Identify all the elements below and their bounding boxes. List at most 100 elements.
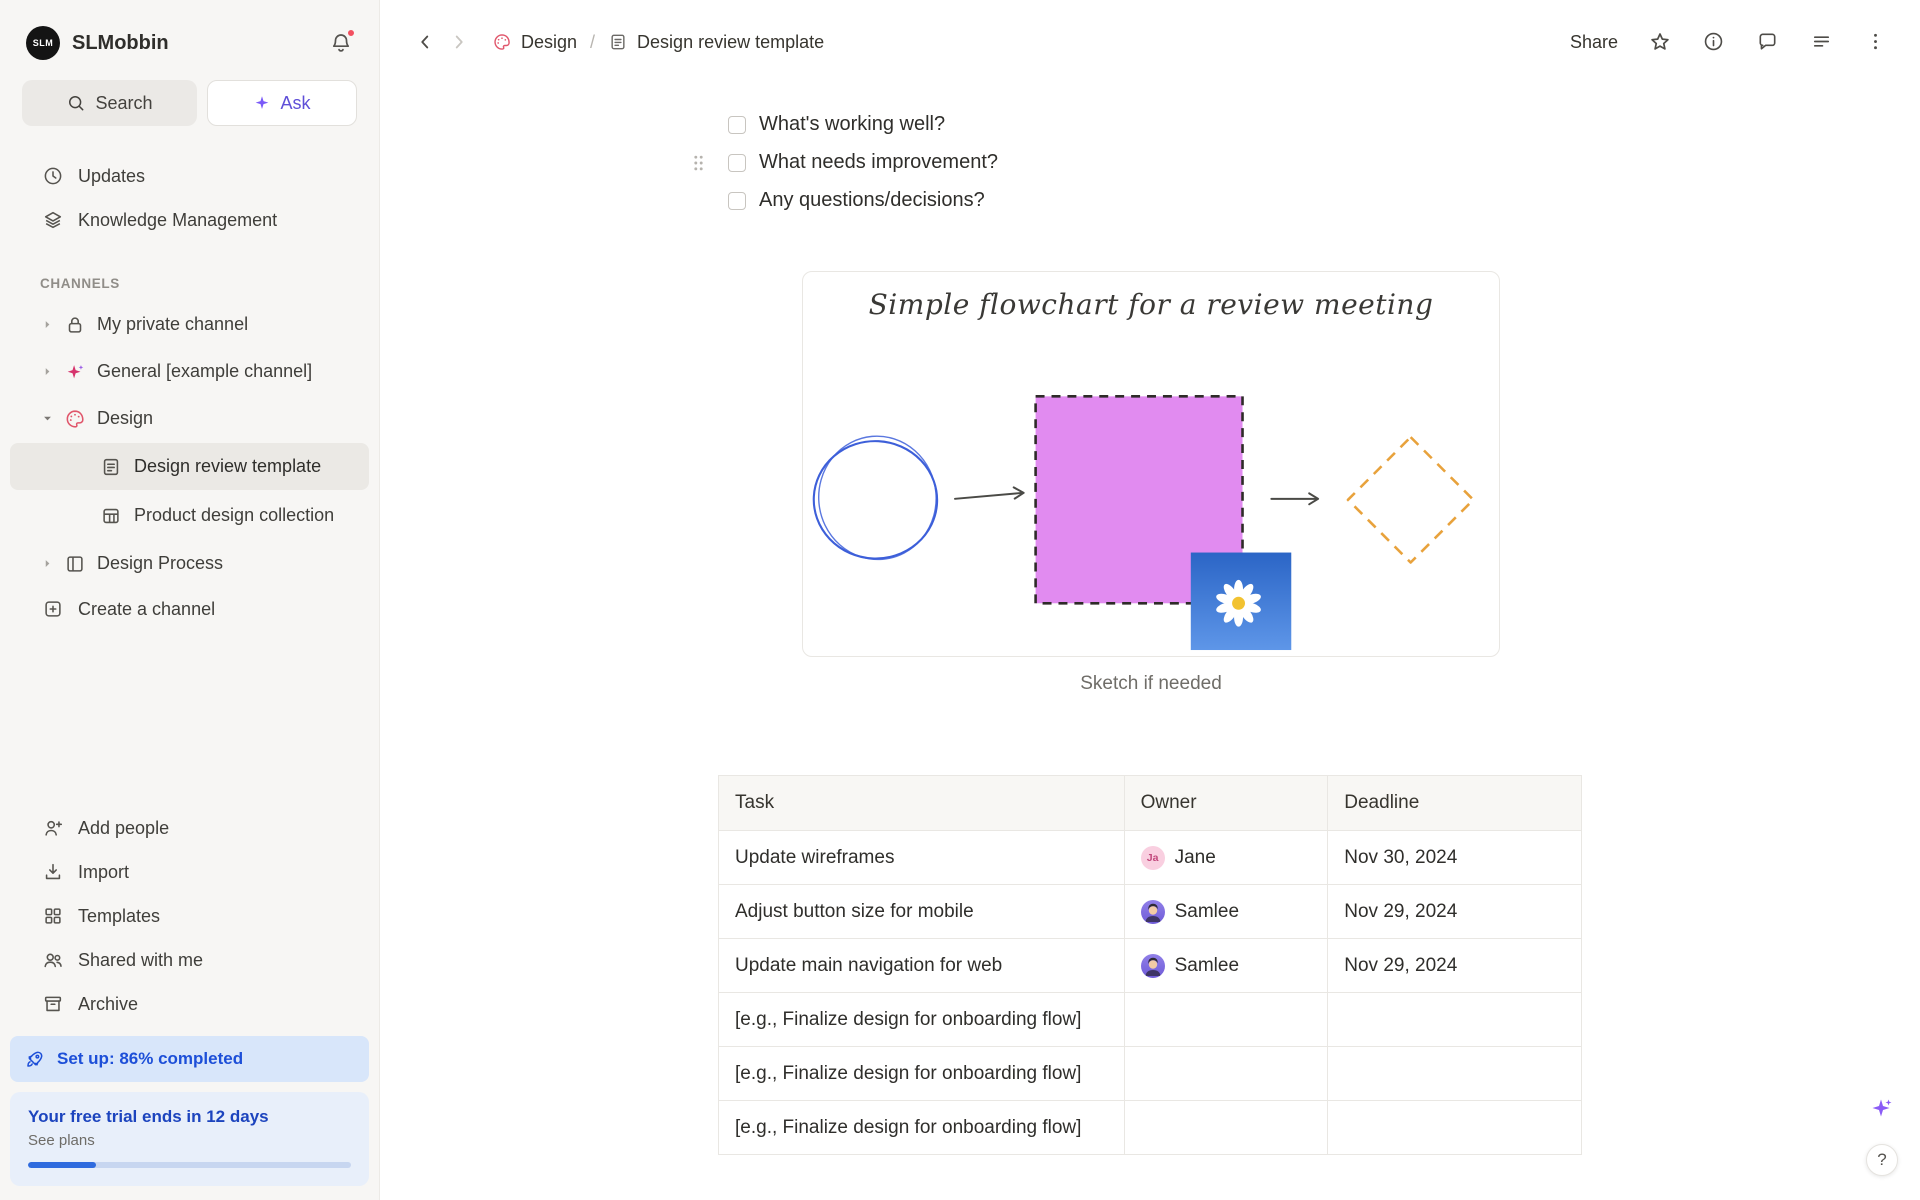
owner-name: Jane <box>1174 846 1216 868</box>
owner-cell[interactable] <box>1123 1100 1329 1155</box>
help-button[interactable]: ? <box>1866 1144 1898 1176</box>
avatar-jane: Ja <box>1140 845 1165 870</box>
breadcrumb-channel[interactable]: Design <box>521 32 577 53</box>
chevron-down-icon[interactable] <box>38 411 56 426</box>
sidebar-item-templates[interactable]: Templates <box>10 894 369 938</box>
see-plans-link[interactable]: See plans <box>28 1132 351 1149</box>
sidebar-item-label: Templates <box>78 905 161 926</box>
channel-label: My private channel <box>97 314 249 334</box>
channel-design-process[interactable]: Design Process <box>10 540 369 587</box>
column-header-task[interactable]: Task <box>718 775 1125 831</box>
deadline-cell[interactable] <box>1327 1100 1582 1155</box>
checkbox[interactable] <box>728 153 746 172</box>
ask-label: Ask <box>280 92 311 113</box>
owner-cell[interactable] <box>1123 992 1329 1047</box>
chevron-right-icon[interactable] <box>38 556 56 571</box>
comments-icon[interactable] <box>1756 30 1780 54</box>
checklist-item[interactable]: Any questions/decisions? <box>718 186 1582 215</box>
trial-title: Your free trial ends in 12 days <box>28 1107 269 1126</box>
checkbox[interactable] <box>728 115 746 134</box>
create-channel-label: Create a channel <box>78 598 216 619</box>
checklist-item-label[interactable]: Any questions/decisions? <box>759 189 985 212</box>
sidebar-item-add-people[interactable]: Add people <box>10 806 369 850</box>
notifications-bell-icon[interactable] <box>329 28 356 55</box>
page-label: Product design collection <box>134 505 335 525</box>
rocket-icon <box>24 1048 46 1070</box>
back-button[interactable] <box>408 25 442 59</box>
create-channel-button[interactable]: Create a channel <box>10 587 369 631</box>
owner-cell[interactable]: Samlee <box>1123 884 1329 939</box>
task-cell-placeholder[interactable]: [e.g., Finalize design for onboarding fl… <box>718 1046 1125 1101</box>
table-row: Update wireframes Ja Jane Nov 30, 2024 <box>718 830 1582 885</box>
sidebar-item-shared-with-me[interactable]: Shared with me <box>10 938 369 982</box>
channel-design[interactable]: Design <box>10 395 369 442</box>
page-product-design-collection[interactable]: Product design collection <box>10 492 369 539</box>
breadcrumb-page[interactable]: Design review template <box>637 32 824 53</box>
owner-cell[interactable] <box>1123 1046 1329 1101</box>
column-header-owner[interactable]: Owner <box>1123 775 1329 831</box>
table-row: [e.g., Finalize design for onboarding fl… <box>718 1100 1582 1155</box>
task-cell[interactable]: Adjust button size for mobile <box>718 884 1125 939</box>
toc-lines-icon[interactable] <box>1810 30 1834 54</box>
sketch-canvas[interactable]: Simple flowchart for a review meeting <box>802 271 1500 657</box>
more-options-kebab-icon[interactable] <box>1864 30 1888 54</box>
info-icon[interactable] <box>1702 30 1726 54</box>
layers-icon <box>42 209 64 231</box>
task-cell[interactable]: Update wireframes <box>718 830 1125 885</box>
owner-name: Samlee <box>1174 900 1240 922</box>
chevron-right-icon[interactable] <box>38 317 56 332</box>
sidebar-item-archive[interactable]: Archive <box>10 982 369 1026</box>
owner-cell[interactable]: Samlee <box>1123 938 1329 993</box>
sidebar-item-label: Updates <box>78 165 146 186</box>
sidebar-item-import[interactable]: Import <box>10 850 369 894</box>
flowchart-drawing <box>812 395 1475 651</box>
checklist-item[interactable]: What needs improvement? <box>694 148 1582 177</box>
workspace-name: SLMobbin <box>72 31 169 54</box>
task-table: Task Owner Deadline Update wireframes Ja… <box>718 775 1582 1155</box>
deadline-cell[interactable]: Nov 29, 2024 <box>1327 884 1582 939</box>
channels-section-header: CHANNELS <box>40 276 120 291</box>
task-cell[interactable]: Update main navigation for web <box>718 938 1125 993</box>
trial-banner[interactable]: Your free trial ends in 12 days See plan… <box>10 1092 369 1186</box>
checklist-item[interactable]: What's working well? <box>718 110 1582 139</box>
ai-sparkle-icon[interactable] <box>1870 1096 1894 1120</box>
search-button[interactable]: Search <box>22 80 197 126</box>
chevron-right-icon[interactable] <box>38 364 56 379</box>
flow-arrow-2 <box>1270 492 1320 506</box>
checklist-item-label[interactable]: What's working well? <box>759 113 945 136</box>
palette-icon <box>492 32 512 52</box>
task-cell-placeholder[interactable]: [e.g., Finalize design for onboarding fl… <box>718 992 1125 1047</box>
checklist-item-label[interactable]: What needs improvement? <box>759 151 998 174</box>
deadline-cell[interactable]: Nov 29, 2024 <box>1327 938 1582 993</box>
ask-button[interactable]: Ask <box>207 80 357 126</box>
setup-progress-banner[interactable]: Set up: 86% completed <box>10 1036 369 1082</box>
share-button[interactable]: Share <box>1570 32 1618 53</box>
breadcrumb-separator: / <box>590 31 596 52</box>
channel-label: Design Process <box>97 553 224 573</box>
channel-my-private-channel[interactable]: My private channel <box>10 301 369 348</box>
clock-icon <box>42 165 64 187</box>
channel-general-example[interactable]: General [example channel] <box>10 348 369 395</box>
drag-handle-icon[interactable] <box>692 154 705 172</box>
table-icon <box>100 505 122 527</box>
sketch-caption[interactable]: Sketch if needed <box>802 673 1500 695</box>
favorite-star-icon[interactable] <box>1648 30 1672 54</box>
sidebar-item-knowledge-management[interactable]: Knowledge Management <box>10 198 369 242</box>
topbar: Design / Design review template Share <box>380 0 1920 84</box>
task-cell-placeholder[interactable]: [e.g., Finalize design for onboarding fl… <box>718 1100 1125 1155</box>
workspace-switcher[interactable]: SLM SLMobbin <box>26 26 169 60</box>
people-icon <box>42 949 64 971</box>
owner-cell[interactable]: Ja Jane <box>1123 830 1329 885</box>
deadline-cell[interactable]: Nov 30, 2024 <box>1327 830 1582 885</box>
checkbox[interactable] <box>728 191 746 210</box>
column-header-deadline[interactable]: Deadline <box>1327 775 1582 831</box>
sidebar-item-updates[interactable]: Updates <box>10 154 369 198</box>
document-icon <box>100 456 122 478</box>
forward-button[interactable] <box>442 25 476 59</box>
deadline-cell[interactable] <box>1327 1046 1582 1101</box>
palette-icon <box>64 408 86 430</box>
sparkle-pink-icon <box>64 361 86 383</box>
deadline-cell[interactable] <box>1327 992 1582 1047</box>
avatar-samlee <box>1140 899 1165 924</box>
page-design-review-template[interactable]: Design review template <box>10 443 369 490</box>
